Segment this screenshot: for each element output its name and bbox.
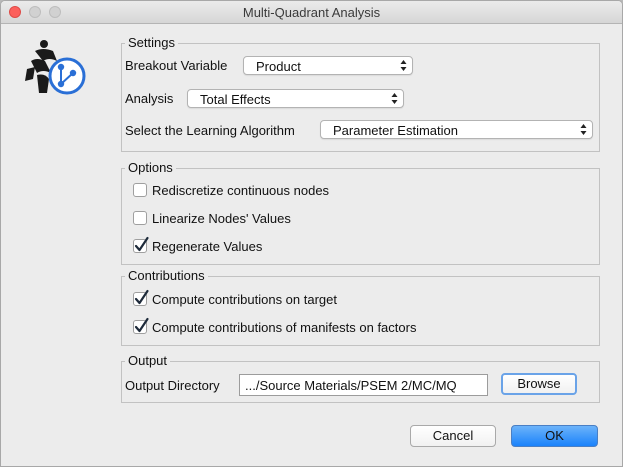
dialog-window: Multi-Quadrant Analysis Settings Breakou…	[0, 0, 623, 467]
breakout-variable-select[interactable]: Product	[243, 56, 413, 75]
cancel-button[interactable]: Cancel	[410, 425, 496, 447]
linearize-label: Linearize Nodes' Values	[152, 211, 291, 226]
output-directory-field[interactable]	[239, 374, 488, 396]
linearize-checkbox[interactable]	[133, 211, 147, 225]
analysis-select[interactable]: Total Effects	[187, 89, 404, 108]
contributions-manifests-label: Compute contributions of manifests on fa…	[152, 320, 417, 335]
output-legend: Output	[125, 353, 171, 368]
options-legend: Options	[125, 160, 176, 175]
browse-button[interactable]: Browse	[501, 373, 577, 395]
analysis-value: Total Effects	[200, 92, 271, 107]
rediscretize-checkbox[interactable]	[133, 183, 147, 197]
window-title: Multi-Quadrant Analysis	[242, 5, 381, 20]
analysis-label: Analysis	[125, 91, 174, 106]
checkmark-icon	[134, 317, 149, 333]
contributions-legend: Contributions	[125, 268, 208, 283]
checkmark-icon	[134, 289, 149, 305]
checkmark-icon	[134, 236, 149, 252]
settings-legend: Settings	[125, 35, 178, 50]
select-arrows-icon	[580, 124, 587, 135]
contributions-group: Contributions	[121, 268, 600, 346]
rediscretize-label: Rediscretize continuous nodes	[152, 183, 330, 198]
title-bar: Multi-Quadrant Analysis	[1, 1, 622, 24]
learning-algorithm-label: Select the Learning Algorithm	[125, 123, 295, 138]
regenerate-values-checkbox[interactable]	[133, 236, 149, 253]
contributions-target-label: Compute contributions on target	[152, 292, 337, 307]
learning-algorithm-select[interactable]: Parameter Estimation	[320, 120, 593, 139]
contributions-target-checkbox[interactable]	[133, 289, 149, 306]
output-directory-input[interactable]	[240, 375, 487, 395]
output-directory-label: Output Directory	[125, 378, 220, 393]
learning-algorithm-value: Parameter Estimation	[333, 123, 458, 138]
regenerate-values-label: Regenerate Values	[152, 239, 263, 254]
bayesialab-logo-icon	[25, 40, 86, 95]
breakout-variable-value: Product	[256, 59, 301, 74]
contributions-manifests-checkbox[interactable]	[133, 317, 149, 334]
ok-button[interactable]: OK	[511, 425, 598, 447]
select-arrows-icon	[400, 60, 407, 71]
breakout-variable-label: Breakout Variable	[125, 58, 228, 73]
select-arrows-icon	[391, 93, 398, 104]
